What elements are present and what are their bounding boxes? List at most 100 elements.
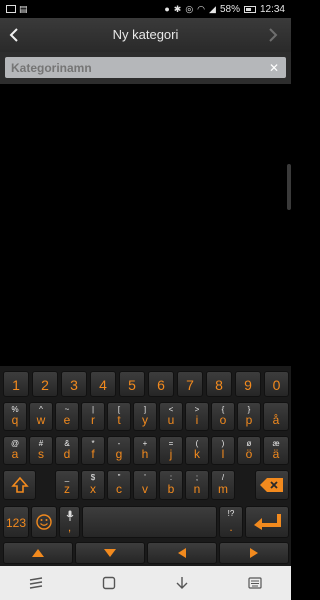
enter-key[interactable] <box>245 506 289 538</box>
key-v[interactable]: ' v <box>133 470 157 500</box>
key-3[interactable]: 3 <box>61 371 87 397</box>
key-alt: !? <box>227 509 235 518</box>
system-nav-bar <box>0 566 291 600</box>
status-left: ▤ <box>6 4 164 14</box>
key-t[interactable]: [t <box>107 402 131 431</box>
key-f[interactable]: * f <box>81 436 105 465</box>
shift-key[interactable] <box>3 470 36 500</box>
key-1[interactable]: 1 <box>3 371 29 397</box>
backspace-key[interactable] <box>255 470 289 500</box>
key-label: ä <box>272 447 280 461</box>
key-a-ring[interactable]: å <box>263 402 289 431</box>
arrow-right-key[interactable] <box>219 542 289 564</box>
key-label: h <box>141 447 149 461</box>
space-key[interactable] <box>82 506 217 538</box>
key-d[interactable]: & d <box>55 436 79 465</box>
key-period[interactable]: !?. <box>219 506 243 538</box>
key-label: r <box>91 413 95 427</box>
key-label: d <box>63 447 71 461</box>
key-h[interactable]: + h <box>133 436 157 465</box>
bluetooth-icon: ✱ <box>173 3 182 14</box>
key-a[interactable]: @ a <box>3 436 27 465</box>
key-z[interactable]: _ z <box>55 470 79 500</box>
key-o-umlaut[interactable]: øö <box>237 436 261 465</box>
key-j[interactable]: = j <box>159 436 183 465</box>
keyboard-icon <box>248 577 262 589</box>
key-label: . <box>229 520 233 534</box>
key-label: 3 <box>70 377 78 393</box>
key-y[interactable]: ] y <box>133 402 157 431</box>
page-title: Ny kategori <box>112 27 179 42</box>
key-5[interactable]: 5 <box>119 371 145 397</box>
key-label: b <box>167 482 175 496</box>
arrow-down-icon <box>176 577 188 589</box>
key-9[interactable]: 9 <box>235 371 261 397</box>
enter-icon <box>246 507 288 537</box>
symbols-key[interactable]: 123 <box>3 506 29 538</box>
key-x[interactable]: $ x <box>81 470 105 500</box>
key-b[interactable]: :b <box>159 470 183 500</box>
forward-button[interactable] <box>267 24 283 46</box>
keyboard-switch-button[interactable] <box>243 571 267 595</box>
key-alt: : <box>169 473 173 482</box>
recents-icon <box>30 577 43 589</box>
key-4[interactable]: 4 <box>90 371 116 397</box>
key-label: z <box>64 482 70 496</box>
chevron-right-icon <box>269 28 278 42</box>
key-g[interactable]: -g <box>107 436 131 465</box>
key-label: 7 <box>186 377 194 393</box>
key-p[interactable]: } p <box>237 402 261 431</box>
location-icon: ● <box>164 3 170 14</box>
signal-icon: ◢ <box>209 3 216 14</box>
alarm-icon: ◎ <box>185 3 194 14</box>
key-label: å <box>272 413 280 427</box>
mic-comma-key[interactable]: , <box>59 506 80 538</box>
wifi-icon: ◠ <box>197 3 206 14</box>
shift-icon <box>4 471 35 499</box>
key-c[interactable]: " c <box>107 470 131 500</box>
emoji-key[interactable] <box>31 506 57 538</box>
home-button[interactable] <box>97 571 121 595</box>
status-bar: ▤ ● ✱ ◎ ◠ ◢ 58% 12:34 <box>0 0 291 18</box>
key-l[interactable]: ) l <box>211 436 235 465</box>
home-icon <box>102 576 116 590</box>
key-e[interactable]: ~ e <box>55 402 79 431</box>
key-label: 0 <box>272 377 281 393</box>
key-label: w <box>36 413 46 427</box>
key-m[interactable]: / m <box>211 470 235 500</box>
category-name-input[interactable] <box>11 60 268 75</box>
key-u[interactable]: < u <box>159 402 183 431</box>
recents-button[interactable] <box>24 571 48 595</box>
clear-button[interactable]: ✕ <box>268 62 280 74</box>
key-2[interactable]: 2 <box>32 371 58 397</box>
keyboard: 1 2 3 4 5 6 7 8 9 0 % q ^ w ~ e | r [t ] y < u… <box>0 366 291 566</box>
key-0[interactable]: 0 <box>264 371 289 397</box>
arrow-left-key[interactable] <box>147 542 217 564</box>
key-n[interactable]: ; n <box>185 470 209 500</box>
arrow-down-key[interactable] <box>75 542 145 564</box>
key-label: f <box>91 447 95 461</box>
key-s[interactable]: # s <box>29 436 53 465</box>
status-right: ● ✱ ◎ ◠ ◢ 58% 12:34 <box>164 4 285 15</box>
key-label: 9 <box>244 377 252 393</box>
scroll-edge <box>287 164 291 210</box>
key-label: x <box>90 482 96 496</box>
key-i[interactable]: > i <box>185 402 209 431</box>
key-label: g <box>115 447 123 461</box>
key-a-umlaut[interactable]: æä <box>263 436 289 465</box>
battery-icon <box>243 5 256 13</box>
key-q[interactable]: % q <box>3 402 27 431</box>
key-label: s <box>38 447 44 461</box>
back-nav-button[interactable] <box>170 571 194 595</box>
arrow-up-key[interactable] <box>3 542 73 564</box>
key-w[interactable]: ^ w <box>29 402 53 431</box>
key-o[interactable]: {o <box>211 402 235 431</box>
key-7[interactable]: 7 <box>177 371 203 397</box>
key-6[interactable]: 6 <box>148 371 174 397</box>
key-k[interactable]: (k <box>185 436 209 465</box>
category-name-field[interactable]: ✕ <box>5 57 286 78</box>
key-8[interactable]: 8 <box>206 371 232 397</box>
key-r[interactable]: | r <box>81 402 105 431</box>
letter-row-3: _ z $ x " c ' v :b ; n / m <box>0 470 291 502</box>
key-label: ö <box>245 447 253 461</box>
